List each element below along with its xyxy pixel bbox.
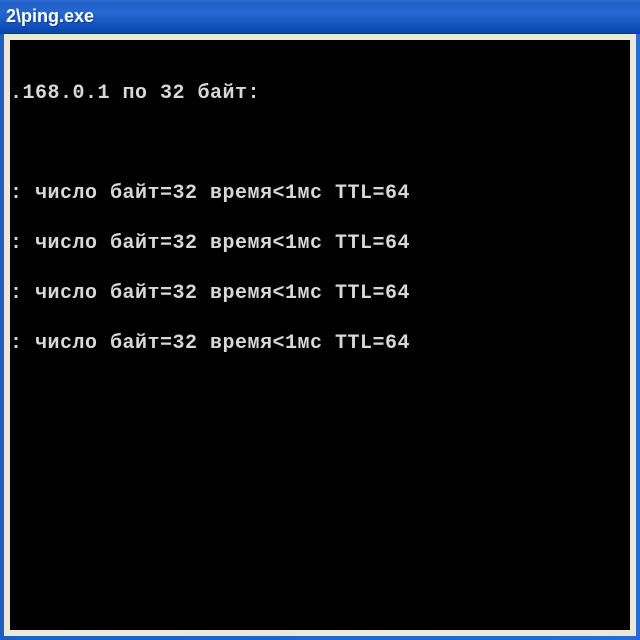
blank-line [10,131,630,156]
inner-border: .168.0.1 по 32 байт: : число байт=32 вре… [4,34,636,636]
ping-header: .168.0.1 по 32 байт: [10,81,630,106]
ping-reply: : число байт=32 время<1мс TTL=64 [10,281,630,306]
ping-reply: : число байт=32 время<1мс TTL=64 [10,231,630,256]
console-output[interactable]: .168.0.1 по 32 байт: : число байт=32 вре… [10,40,630,630]
ping-reply: : число байт=32 время<1мс TTL=64 [10,331,630,356]
window-title: 2\ping.exe [6,6,94,27]
ping-reply: : число байт=32 время<1мс TTL=64 [10,181,630,206]
window: 2\ping.exe .168.0.1 по 32 байт: : число … [0,0,640,640]
titlebar[interactable]: 2\ping.exe [0,0,640,34]
window-border: .168.0.1 по 32 байт: : число байт=32 вре… [0,34,640,640]
